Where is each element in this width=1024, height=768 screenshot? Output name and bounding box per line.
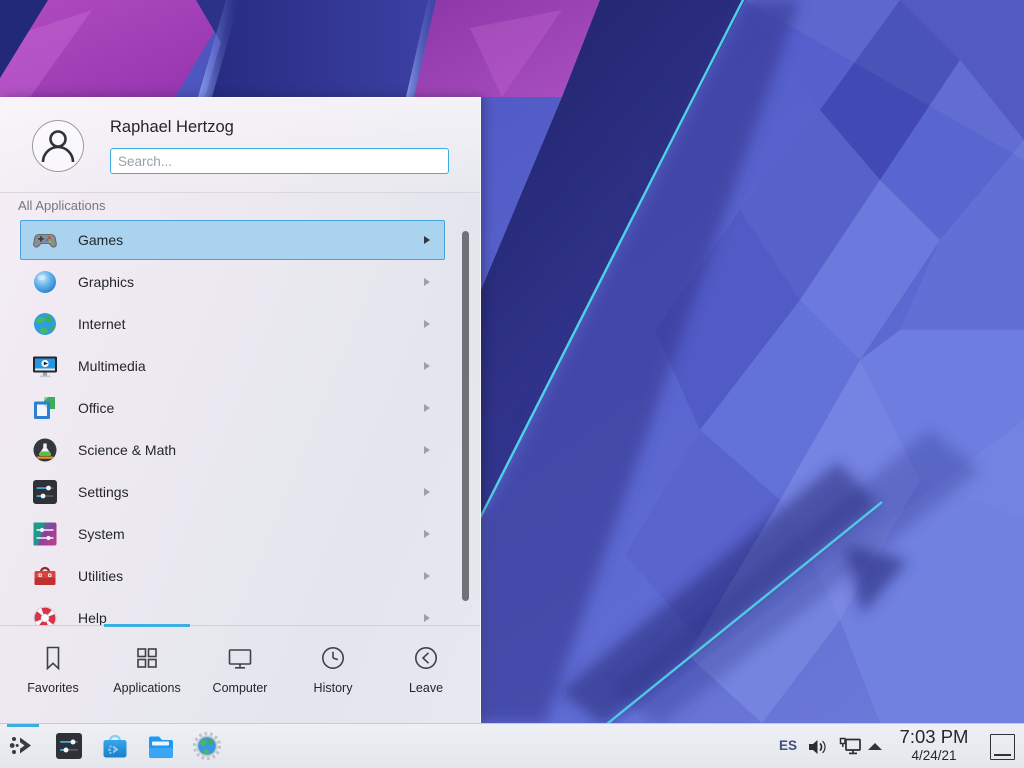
lifering-icon [32,605,58,626]
show-desktop-button[interactable] [990,734,1015,760]
globe-icon [32,311,58,337]
network-icon[interactable] [838,736,864,758]
tab-favorites[interactable]: Favorites [5,626,101,724]
app-grid-icon [132,643,162,673]
expand-tray-icon[interactable] [868,743,882,750]
menu-item-graphics[interactable]: Graphics [0,261,460,303]
menu-item-office[interactable]: Office [0,387,460,429]
application-category-list: Games Graphics [0,219,460,626]
leave-icon [411,643,441,673]
desktop: Raphael Hertzog All Applications Games [0,0,1024,768]
section-label: All Applications [18,198,105,213]
clock-date: 4/24/21 [886,748,982,764]
computer-icon [225,643,255,673]
discover-software-center-icon[interactable] [99,730,131,762]
menu-item-settings[interactable]: Settings [0,471,460,513]
menu-item-label: Settings [78,471,129,513]
clock-icon [318,643,348,673]
monitor-play-icon [32,353,58,379]
submenu-arrow-icon [424,614,430,622]
menu-scrollbar[interactable] [462,231,469,601]
menu-item-system[interactable]: System [0,513,460,555]
taskbar-panel: ES 7:03 PM 4/24/21 [0,723,1024,768]
tab-label: Leave [378,681,474,695]
tab-label: Computer [192,681,288,695]
gamepad-icon [32,227,58,253]
web-browser-icon[interactable] [191,730,223,762]
sphere-icon [32,269,58,295]
launcher-tabbar: Favorites Applications Computer [0,625,480,723]
menu-item-label: Utilities [78,555,123,597]
submenu-arrow-icon [424,320,430,328]
menu-item-games[interactable]: Games [0,219,460,261]
menu-item-internet[interactable]: Internet [0,303,460,345]
documents-icon [32,395,58,421]
submenu-arrow-icon [424,236,430,244]
submenu-arrow-icon [424,362,430,370]
user-name: Raphael Hertzog [110,118,234,137]
menu-item-help[interactable]: Help [0,597,460,626]
menu-item-label: Graphics [78,261,134,303]
menu-item-multimedia[interactable]: Multimedia [0,345,460,387]
tab-label: Applications [99,681,195,695]
menu-item-utilities[interactable]: Utilities [0,555,460,597]
volume-icon[interactable] [806,736,830,758]
application-launcher-icon[interactable] [7,730,39,762]
system-sliders-icon [32,521,58,547]
submenu-arrow-icon [424,446,430,454]
search-input[interactable] [110,148,449,174]
menu-item-label: Games [78,219,123,261]
tab-applications[interactable]: Applications [99,626,195,724]
menu-item-label: Office [78,387,114,429]
menu-item-label: Science & Math [78,429,176,471]
application-launcher-popup: Raphael Hertzog All Applications Games [0,97,481,723]
bookmark-icon [38,643,68,673]
submenu-arrow-icon [424,530,430,538]
tab-label: Favorites [5,681,101,695]
submenu-arrow-icon [424,488,430,496]
menu-item-label: System [78,513,125,555]
tab-leave[interactable]: Leave [378,626,474,724]
menu-item-science-math[interactable]: Science & Math [0,429,460,471]
system-settings-icon[interactable] [53,730,85,762]
toolbox-icon [32,563,58,589]
tab-label: History [285,681,381,695]
user-icon [33,121,83,171]
file-manager-icon[interactable] [145,730,177,762]
launcher-header: Raphael Hertzog [0,98,480,193]
submenu-arrow-icon [424,404,430,412]
keyboard-layout-indicator[interactable]: ES [779,738,797,753]
flask-icon [32,437,58,463]
menu-item-label: Internet [78,303,125,345]
tab-history[interactable]: History [285,626,381,724]
submenu-arrow-icon [424,572,430,580]
sliders-icon [32,479,58,505]
user-avatar[interactable] [32,120,84,172]
menu-item-label: Multimedia [78,345,146,387]
launcher-active-indicator [7,724,39,727]
tab-computer[interactable]: Computer [192,626,288,724]
clock-time: 7:03 PM [886,726,982,748]
submenu-arrow-icon [424,278,430,286]
menu-item-label: Help [78,597,107,626]
digital-clock[interactable]: 7:03 PM 4/24/21 [886,726,982,764]
